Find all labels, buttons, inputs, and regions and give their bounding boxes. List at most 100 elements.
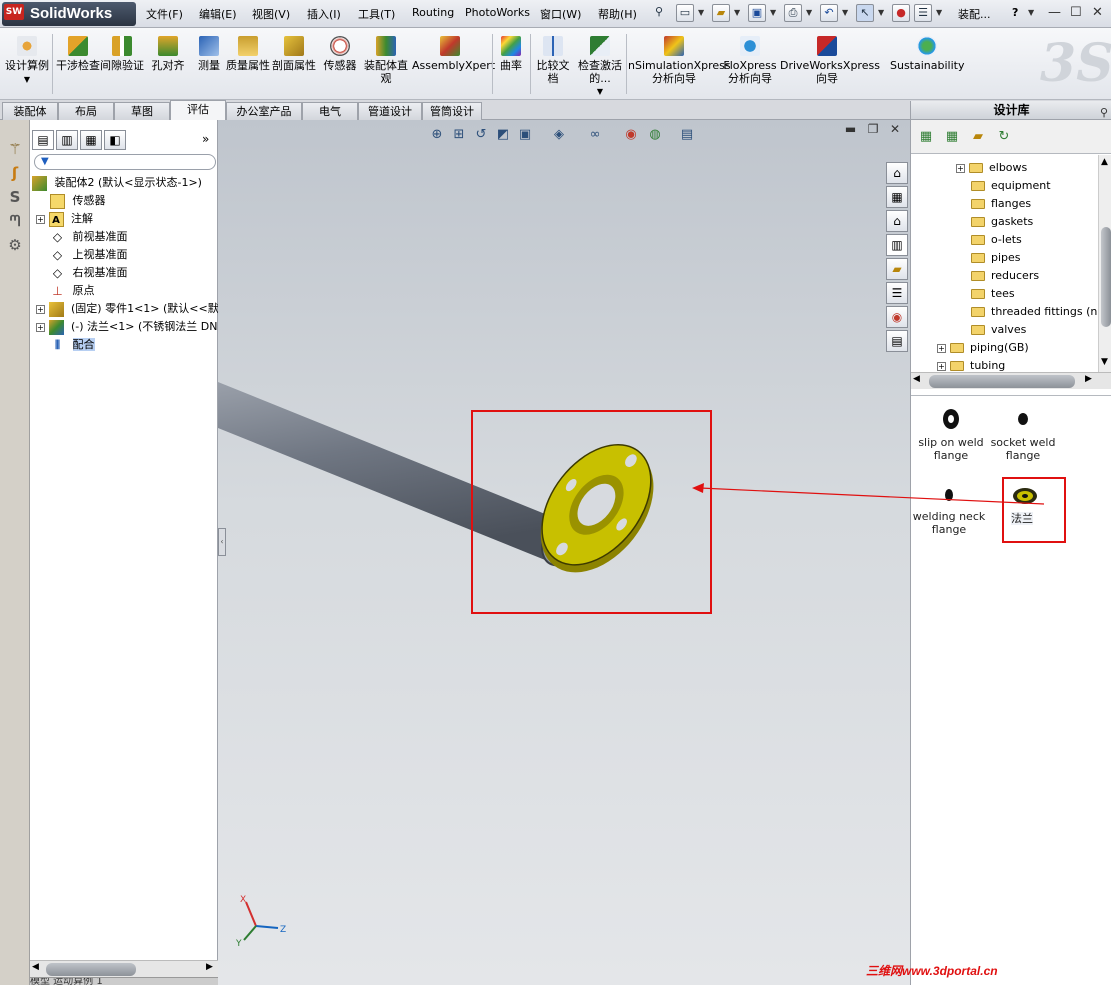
tree-item-top-plane[interactable]: ◇ 上视基准面 [50, 246, 128, 264]
undo-icon[interactable]: ↶ [820, 4, 838, 22]
ribbon-button-mass-properties[interactable]: 质量属性 [226, 32, 270, 72]
tree-item-mates[interactable]: ⫴ 配合 [50, 336, 95, 354]
section-view-icon[interactable]: ◩ [494, 126, 512, 144]
ribbon-button-assemblyxpert[interactable]: AssemblyXpert [412, 32, 495, 72]
file-explorer-icon[interactable]: ▰ [886, 258, 908, 280]
tree-item-gaskets[interactable]: gaskets [971, 213, 1033, 231]
ribbon-button-hole-alignment[interactable]: 孔对齐 [146, 32, 190, 72]
tree-item-assembly[interactable]: 装配体2 (默认<显示状态-1>) [32, 174, 202, 192]
add-file-location-icon[interactable]: ▦ [943, 128, 961, 146]
tree-item-threaded-fittings[interactable]: threaded fittings (npt) [971, 303, 1111, 321]
ribbon-button-section-properties[interactable]: 剖面属性 [272, 32, 316, 72]
display-manager-tab-icon[interactable]: ◧ [104, 130, 126, 150]
ribbon-button-check-active[interactable]: 检查激活的... ▼ [576, 32, 624, 98]
route-properties-icon[interactable]: ⚙ [6, 236, 24, 254]
edit-appearance-icon[interactable]: ◉ [622, 126, 640, 144]
close-icon[interactable]: ✕ [1092, 5, 1103, 20]
ribbon-button-driveworksxpress[interactable]: DriveWorksXpress向导 [780, 32, 880, 85]
menu-window[interactable]: 窗口(W) [540, 6, 581, 22]
expand-icon[interactable]: + [36, 305, 45, 314]
tree-item-sensors[interactable]: 传感器 [50, 192, 106, 210]
expand-icon[interactable]: + [36, 323, 45, 332]
scroll-right-icon[interactable]: ▶ [206, 962, 213, 972]
chevron-down-icon[interactable]: ▼ [1028, 8, 1034, 17]
custom-properties-icon[interactable]: ▤ [886, 330, 908, 352]
tree-item-annotations[interactable]: + A 注解 [36, 210, 93, 228]
route-icon[interactable]: ⚚ [6, 140, 24, 158]
expand-icon[interactable]: + [956, 164, 965, 173]
expand-icon[interactable]: + [937, 344, 946, 353]
tube-route-icon[interactable]: ᘉ [6, 212, 24, 230]
tab-office-products[interactable]: 办公室产品 [226, 102, 302, 120]
scroll-up-icon[interactable]: ▲ [1101, 157, 1108, 167]
tab-assembly[interactable]: 装配体 [2, 102, 58, 120]
tree-item-pipes[interactable]: pipes [971, 249, 1021, 267]
tab-evaluate[interactable]: 评估 [170, 100, 226, 121]
menu-tools[interactable]: 工具(T) [358, 6, 395, 22]
save-icon[interactable]: ▣ [748, 4, 766, 22]
scroll-left-icon[interactable]: ◀ [32, 962, 39, 972]
scrollbar-thumb[interactable] [1101, 227, 1111, 327]
library-item-slip-on-weld-flange[interactable]: slip on weld flange [911, 408, 991, 462]
pin-icon[interactable]: ⚲ [650, 4, 668, 22]
refresh-icon[interactable]: ↻ [995, 128, 1013, 146]
scroll-right-icon[interactable]: ▶ [1085, 374, 1092, 384]
menu-insert[interactable]: 插入(I) [307, 6, 341, 22]
expand-icon[interactable]: + [937, 362, 946, 371]
view-settings-icon[interactable]: ▤ [678, 126, 696, 144]
feature-tree-filter[interactable]: ▼ [34, 154, 216, 170]
view-orientation-icon[interactable]: ▣ [516, 126, 534, 144]
help-button[interactable]: ? [1012, 6, 1018, 19]
chevron-down-icon[interactable]: ▼ [936, 8, 942, 17]
tab-layout[interactable]: 布局 [58, 102, 114, 120]
ribbon-button-design-study[interactable]: 设计算例 ▼ [4, 32, 50, 86]
design-library-hscrollbar[interactable]: ◀ ▶ [911, 372, 1111, 389]
apply-scene-icon[interactable]: ◍ [646, 126, 664, 144]
ribbon-button-compare-documents[interactable]: 比较文档 [532, 32, 574, 85]
hide-show-items-icon[interactable]: ∞ [586, 126, 604, 144]
scroll-down-icon[interactable]: ▼ [1101, 357, 1108, 367]
menu-routing[interactable]: Routing [412, 6, 454, 19]
chevron-down-icon[interactable]: ▼ [770, 8, 776, 17]
scrollbar-thumb[interactable] [929, 375, 1075, 388]
tree-item-equipment[interactable]: equipment [971, 177, 1051, 195]
minimize-icon[interactable]: — [1048, 5, 1061, 20]
ribbon-button-interference-check[interactable]: 干涉检查 [56, 32, 100, 72]
select-cursor-icon[interactable]: ↖ [856, 4, 874, 22]
menu-photoworks[interactable]: PhotoWorks [465, 6, 530, 19]
scroll-left-icon[interactable]: ◀ [913, 374, 920, 384]
options-icon[interactable]: ☰ [914, 4, 932, 22]
maximize-icon[interactable]: ☐ [1070, 5, 1082, 20]
view-palette-icon[interactable]: ☰ [886, 282, 908, 304]
chevron-down-icon[interactable]: ▼ [806, 8, 812, 17]
pipe-route-icon[interactable]: ʃ [6, 164, 24, 182]
expand-panel-icon[interactable]: » [202, 132, 209, 146]
close-icon[interactable]: ✕ [890, 122, 900, 136]
tab-piping[interactable]: 管道设计 [358, 102, 422, 120]
ribbon-button-clearance-verification[interactable]: 间隙验证 [100, 32, 144, 72]
restore-icon[interactable]: ❐ [868, 122, 879, 136]
configuration-manager-tab-icon[interactable]: ▦ [80, 130, 102, 150]
tree-item-front-plane[interactable]: ◇ 前视基准面 [50, 228, 128, 246]
tab-sketch[interactable]: 草图 [114, 102, 170, 120]
menu-view[interactable]: 视图(V) [252, 6, 290, 22]
new-document-icon[interactable]: ▭ [676, 4, 694, 22]
tree-item-flanges[interactable]: flanges [971, 195, 1031, 213]
feature-tree-hscrollbar[interactable]: ◀ ▶ [30, 960, 218, 977]
chevron-down-icon[interactable]: ▼ [698, 8, 704, 17]
ribbon-button-floxpress[interactable]: FloXpress分析向导 [722, 32, 778, 85]
tree-item-flange[interactable]: + (-) 法兰<1> (不锈钢法兰 DN [36, 318, 217, 336]
tree-item-right-plane[interactable]: ◇ 右视基准面 [50, 264, 128, 282]
menu-help[interactable]: 帮助(H) [598, 6, 637, 22]
ribbon-button-simulationxpress[interactable]: nSimulationXpress分析向导 [628, 32, 731, 85]
add-to-library-icon[interactable]: ▦ [917, 128, 935, 146]
zoom-to-fit-icon[interactable]: ⊕ [428, 126, 446, 144]
tree-item-piping-gb[interactable]: + piping(GB) [937, 339, 1029, 357]
minimize-icon[interactable]: ▬ [845, 122, 856, 136]
ribbon-button-measure[interactable]: 测量 [192, 32, 226, 72]
tree-item-part[interactable]: + (固定) 零件1<1> (默认<<默 [36, 300, 219, 318]
ribbon-button-assembly-visualization[interactable]: 装配体直观 [362, 32, 410, 85]
open-folder-icon[interactable]: ▰ [712, 4, 730, 22]
chevron-down-icon[interactable]: ▼ [734, 8, 740, 17]
solidworks-resources-icon[interactable]: ⌂ [886, 162, 908, 184]
